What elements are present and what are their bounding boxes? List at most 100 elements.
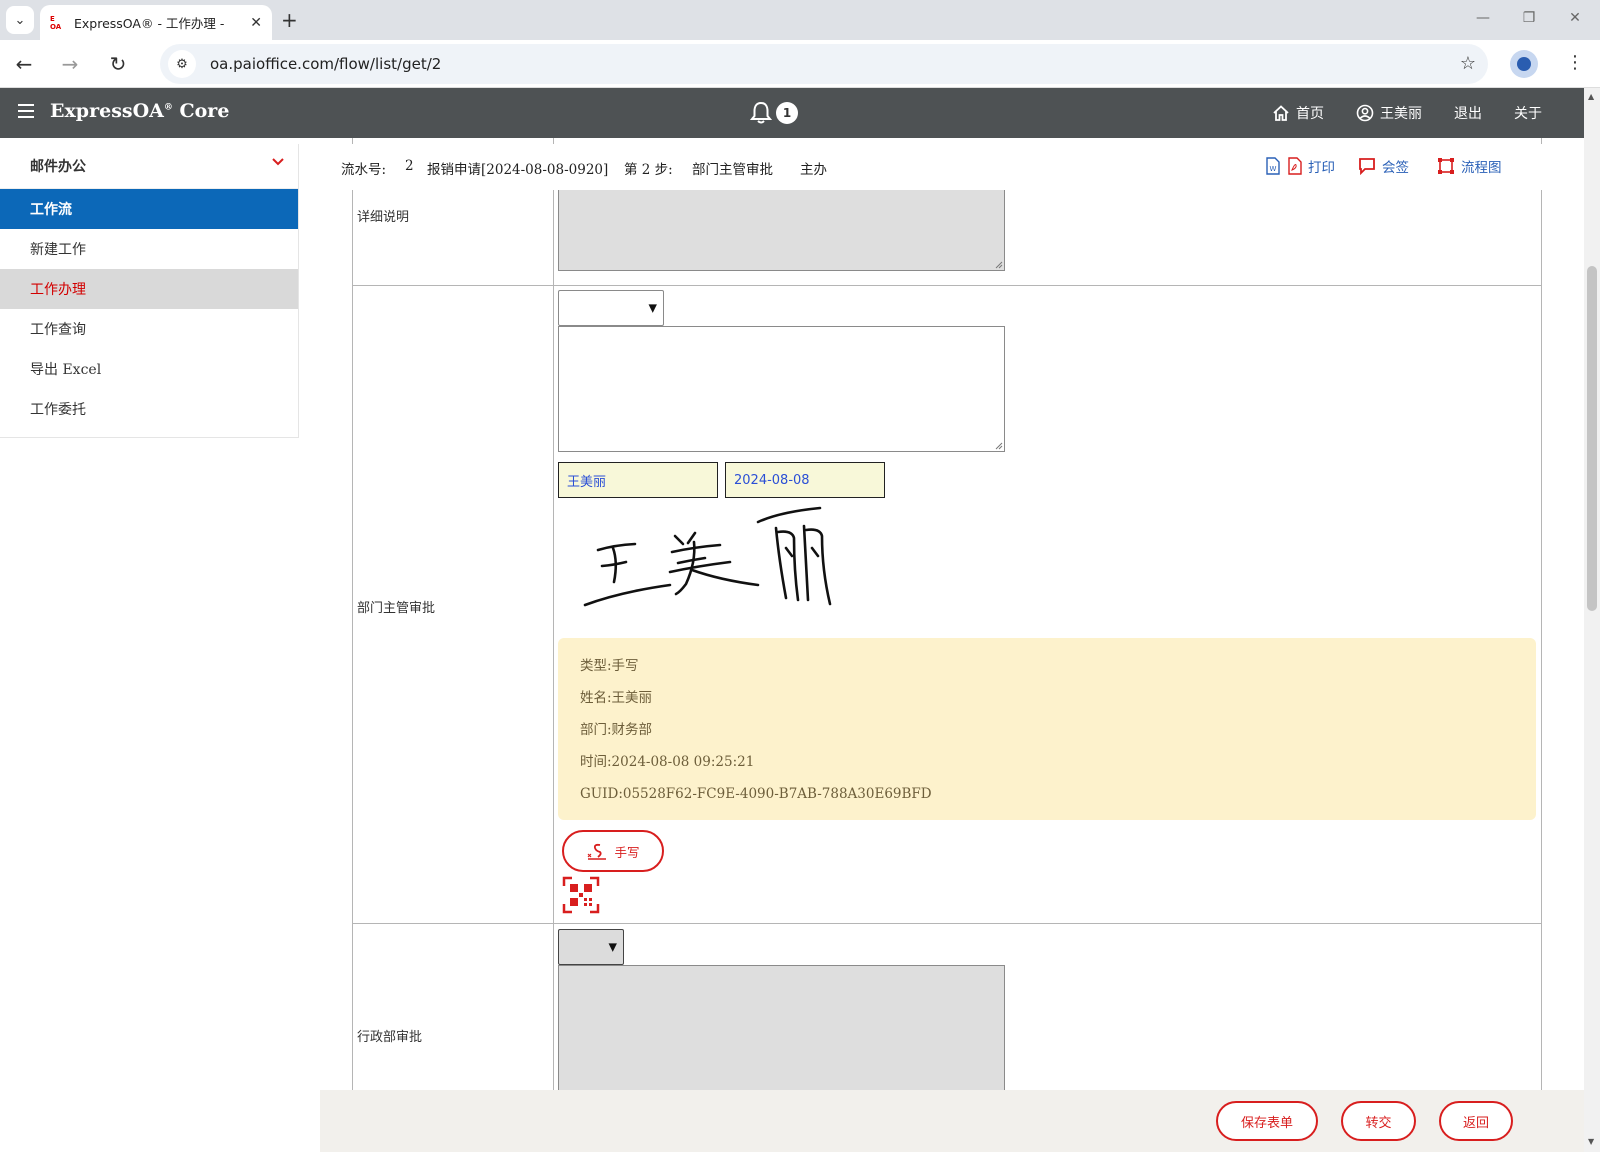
scroll-down-icon[interactable]: ▼ — [1588, 1137, 1594, 1146]
admin-opinion-select[interactable]: ▼ — [558, 929, 624, 965]
step-label: 第 2 步: — [624, 162, 673, 178]
table-border-left — [352, 138, 353, 1090]
home-icon — [1273, 105, 1289, 121]
sidebar-item-label: 工作查询 — [30, 322, 86, 338]
app-header: ExpressOA® Core 1 首页 王美丽 退出 关于 — [0, 88, 1584, 138]
resize-grip-icon[interactable] — [995, 442, 1003, 450]
form-title: 报销申请[2024-08-08-0920] — [427, 162, 609, 178]
resize-grip-icon[interactable] — [995, 261, 1003, 269]
scrollbar-thumb[interactable] — [1587, 266, 1597, 611]
sidebar-item-label: 新建工作 — [30, 242, 86, 258]
flowchart-button[interactable]: 流程图 — [1435, 156, 1502, 176]
signature-pen-icon — [588, 843, 607, 860]
back-arrow-icon[interactable]: ← — [10, 50, 38, 78]
step-name: 部门主管审批 — [692, 162, 773, 178]
chevron-down-icon: ▼ — [608, 940, 617, 954]
sign-type: 类型:手写 — [580, 658, 639, 674]
row-divider-2 — [352, 923, 1542, 924]
nav-about-label: 关于 — [1514, 106, 1542, 122]
new-tab-button[interactable]: + — [281, 8, 298, 32]
sidebar-item-label: 导出 Excel — [30, 362, 102, 378]
header-nav: 首页 王美丽 退出 关于 — [1272, 88, 1584, 138]
reload-icon[interactable]: ↻ — [104, 50, 132, 78]
brand-name: ExpressOA — [50, 100, 164, 122]
profile-avatar[interactable] — [1510, 50, 1538, 78]
browser-tab[interactable]: E OA ExpressOA® - 工作办理 - ✕ — [40, 5, 272, 40]
dept-opinion-textarea[interactable] — [558, 326, 1005, 452]
sidebar-section-label: 工作流 — [30, 202, 72, 218]
window-controls: — ❐ ✕ — [1474, 10, 1584, 26]
favicon-icon: E OA — [50, 14, 62, 31]
sign-dept: 部门:财务部 — [580, 722, 653, 738]
sidebar-item-query-work[interactable]: 工作查询 — [0, 309, 298, 349]
signer-name-field[interactable]: 王美丽 — [558, 462, 718, 498]
user-circle-icon — [1356, 104, 1374, 122]
signature-info-box: 类型:手写 姓名:王美丽 部门:财务部 时间:2024-08-08 09:25:… — [558, 638, 1536, 820]
minimize-icon[interactable]: — — [1474, 10, 1492, 26]
handwritten-signature — [583, 506, 832, 607]
flowchart-icon — [1438, 158, 1454, 174]
chevron-down-icon: ▼ — [648, 301, 657, 315]
nav-home[interactable]: 首页 — [1272, 103, 1324, 123]
admin-opinion-textarea[interactable] — [558, 965, 1005, 1090]
word-file-icon: W — [1266, 157, 1280, 175]
nav-user[interactable]: 王美丽 — [1356, 103, 1422, 123]
nav-logout[interactable]: 退出 — [1454, 103, 1482, 123]
nav-about[interactable]: 关于 — [1514, 103, 1542, 123]
sidebar-item-export-excel[interactable]: 导出 Excel — [0, 349, 298, 389]
browser-toolbar: ← → ↻ ⚙ oa.paioffice.com/flow/list/get/2… — [0, 40, 1600, 88]
bell-icon[interactable] — [750, 101, 772, 125]
serial-number: 2 — [405, 158, 414, 174]
sign-guid: GUID:05528F62-FC9E-4090-B7AB-788A30E69BF… — [580, 786, 932, 802]
sidebar-item-delegate-work[interactable]: 工作委托 — [0, 389, 298, 429]
page-scrollbar[interactable]: ▲ ▼ — [1584, 88, 1600, 1152]
nav-logout-label: 退出 — [1454, 106, 1482, 122]
tab-title: ExpressOA® - 工作办理 - — [74, 16, 225, 31]
sidebar-item-handle-work[interactable]: 工作办理 — [0, 269, 298, 309]
forward-arrow-icon[interactable]: → — [56, 50, 84, 78]
serial-label: 流水号: — [341, 162, 387, 178]
sidebar-item-label: 工作委托 — [30, 402, 86, 418]
close-icon[interactable]: ✕ — [250, 15, 262, 31]
bookmark-star-icon[interactable]: ☆ — [1460, 53, 1476, 74]
sidebar-section-workflow[interactable]: 工作流 — [0, 189, 298, 229]
url-text[interactable]: oa.paioffice.com/flow/list/get/2 — [210, 55, 441, 73]
tab-search-button[interactable]: ⌄ — [6, 6, 34, 34]
sidebar-group-header[interactable]: 邮件办公 — [0, 144, 298, 189]
admin-approval-label: 行政部审批 — [357, 1030, 423, 1045]
brand-logo[interactable]: ExpressOA® Core — [50, 100, 229, 122]
handwrite-button[interactable]: 手写 — [562, 830, 664, 872]
detail-label: 详细说明 — [357, 210, 410, 225]
site-info-icon[interactable]: ⚙ — [168, 50, 196, 78]
address-bar[interactable]: ⚙ oa.paioffice.com/flow/list/get/2 ☆ — [160, 44, 1488, 84]
hamburger-menu-icon[interactable] — [18, 104, 34, 118]
dept-opinion-select[interactable]: ▼ — [558, 290, 664, 326]
back-button[interactable]: 返回 — [1439, 1101, 1513, 1141]
workflow-info-bar: 流水号: 2 报销申请[2024-08-08-0920] 第 2 步: 部门主管… — [320, 144, 1584, 190]
scroll-up-icon[interactable]: ▲ — [1588, 92, 1594, 101]
table-border-right — [1541, 138, 1542, 1090]
dept-approval-label: 部门主管审批 — [357, 601, 436, 616]
table-divider — [553, 138, 554, 1090]
sidebar-item-new-work[interactable]: 新建工作 — [0, 229, 298, 269]
close-window-icon[interactable]: ✕ — [1566, 10, 1584, 26]
comment-icon — [1359, 158, 1375, 175]
transfer-button[interactable]: 转交 — [1341, 1101, 1416, 1141]
detail-textarea[interactable] — [558, 180, 1005, 271]
notification-badge[interactable]: 1 — [776, 102, 798, 124]
sidebar-group-label: 邮件办公 — [30, 159, 86, 175]
sidebar: 邮件办公 工作流 新建工作 工作办理 工作查询 导出 Excel 工作委托 — [0, 144, 299, 438]
sidebar-item-label: 工作办理 — [30, 282, 86, 298]
chevron-down-icon: ⌄ — [14, 12, 26, 28]
countersign-button[interactable]: 会签 — [1356, 156, 1409, 176]
browser-tab-bar: ⌄ E OA ExpressOA® - 工作办理 - ✕ + — ❐ ✕ — [0, 0, 1600, 40]
save-form-button[interactable]: 保存表单 — [1216, 1101, 1318, 1141]
sign-name: 姓名:王美丽 — [580, 690, 653, 706]
chevron-down-icon[interactable] — [272, 156, 284, 168]
sign-date-field[interactable]: 2024-08-08 — [725, 462, 885, 498]
svg-text:W: W — [1270, 165, 1277, 173]
qr-code-icon[interactable] — [562, 876, 600, 914]
print-button[interactable]: W 打印 — [1264, 156, 1335, 176]
restore-icon[interactable]: ❐ — [1520, 10, 1538, 26]
browser-menu-icon[interactable]: ⋮ — [1566, 52, 1584, 73]
